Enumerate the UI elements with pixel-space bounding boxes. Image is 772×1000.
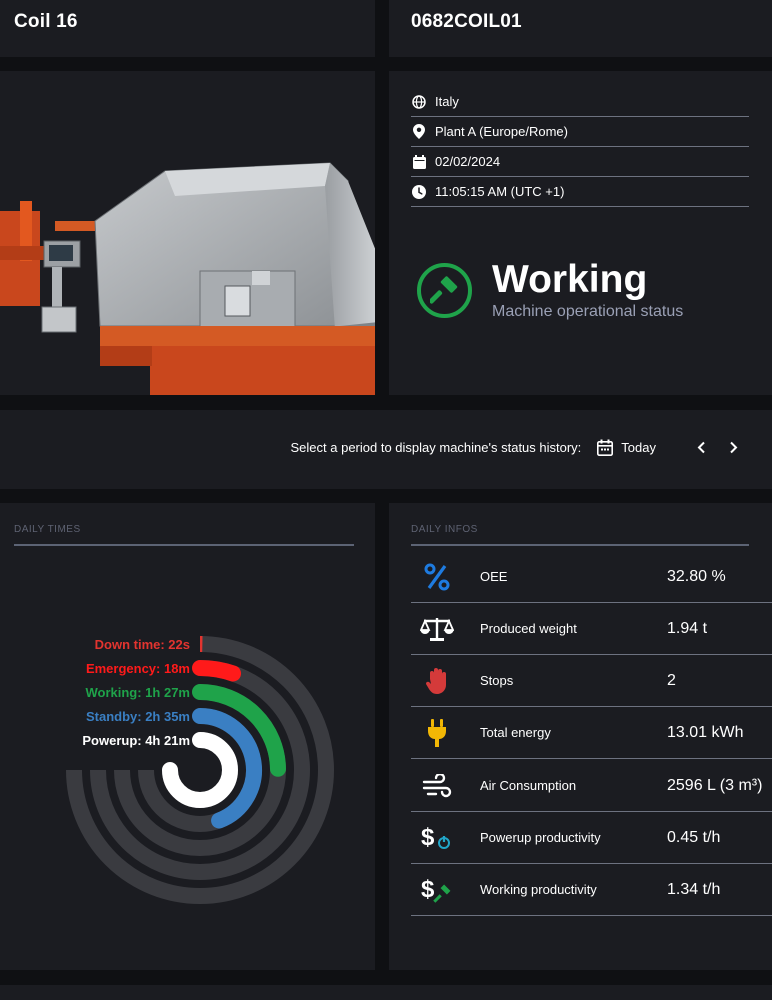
- globe-icon: [411, 94, 427, 110]
- ring-label: Working: 1h 27m: [85, 685, 190, 700]
- kpi-label: Powerup productivity: [480, 830, 601, 845]
- percent-icon: [415, 555, 459, 599]
- status-subtitle: Machine operational status: [492, 303, 684, 320]
- kpi-row-air-consumption: Air Consumption 2596 L (3 m³): [411, 760, 772, 812]
- hammer-icon: [417, 262, 472, 318]
- kpi-row-stops: Stops 2: [411, 655, 772, 707]
- svg-text:$: $: [421, 876, 435, 903]
- svg-text:$: $: [421, 824, 435, 851]
- clock-icon: [411, 184, 427, 200]
- chevron-right-icon: [729, 441, 737, 453]
- machine-code-panel: 0682COIL01: [389, 0, 772, 57]
- machine-name-panel: Coil 16: [0, 0, 375, 57]
- machine-name: Coil 16: [14, 11, 78, 32]
- kpi-label: Working productivity: [480, 882, 597, 897]
- hand-stop-icon: [415, 659, 459, 703]
- calendar-icon: [411, 154, 427, 170]
- section-divider: [411, 544, 749, 546]
- dollar-power-icon: $: [415, 816, 459, 860]
- period-value: Today: [621, 439, 656, 455]
- next-period-button[interactable]: [724, 438, 742, 456]
- kpi-value: 1.34 t/h: [667, 880, 721, 898]
- ring-label: Down time: 22s: [95, 637, 190, 652]
- period-picker-button[interactable]: Today: [597, 439, 656, 456]
- date-row: 02/02/2024: [411, 147, 749, 177]
- ring-arc: [192, 660, 242, 682]
- machine-info-panel: Italy Plant A (Europe/Rome) 02/02/2024 1…: [389, 71, 772, 395]
- kpi-value: 0.45 t/h: [667, 828, 721, 846]
- kpi-label: Total energy: [480, 725, 551, 740]
- kpi-label: Produced weight: [480, 621, 577, 636]
- kpi-label: Air Consumption: [480, 778, 577, 793]
- kpi-label: Stops: [480, 673, 514, 688]
- kpi-value: 2596 L (3 m³): [667, 776, 763, 794]
- status-title: Working: [492, 258, 648, 301]
- kpi-value: 1.94 t: [667, 619, 708, 637]
- daily-infos-title: DAILY INFOS: [411, 524, 478, 535]
- daily-times-ring-chart: Down time: 22s Emergency: 18m Working: 1h …: [66, 635, 334, 904]
- machine-image-panel: [0, 71, 375, 395]
- wind-icon: [415, 764, 459, 808]
- ring-arc: [162, 732, 238, 808]
- calendar-icon: [597, 439, 614, 456]
- kpi-row-produced-weight: Produced weight 1.94 t: [411, 603, 772, 655]
- bottom-panel: [0, 985, 772, 1000]
- kpi-value: 32.80 %: [667, 567, 726, 585]
- kpi-value: 2: [667, 671, 676, 689]
- date-text: 02/02/2024: [435, 154, 501, 169]
- time-text: 11:05:15 AM (UTC +1): [435, 184, 565, 199]
- previous-period-button[interactable]: [692, 438, 710, 456]
- kpi-row-total-energy: Total energy 13.01 kWh: [411, 707, 772, 759]
- kpi-value: 13.01 kWh: [667, 723, 744, 741]
- plant-text: Plant A (Europe/Rome): [435, 124, 568, 139]
- period-selector-panel: Select a period to display machine's sta…: [0, 410, 772, 489]
- kpi-label: OEE: [480, 569, 508, 584]
- country-text: Italy: [435, 94, 459, 109]
- plug-icon: [415, 711, 459, 755]
- period-label: Select a period to display machine's sta…: [290, 439, 582, 455]
- chevron-left-icon: [697, 441, 705, 453]
- map-marker-icon: [411, 124, 427, 140]
- status-block: Working Machine operational status: [417, 259, 683, 321]
- balance-scale-icon: [415, 607, 459, 651]
- plant-row: Plant A (Europe/Rome): [411, 117, 749, 147]
- dollar-hammer-icon: $: [415, 868, 459, 912]
- kpi-row-oee: OEE 32.80 %: [411, 551, 772, 603]
- daily-times-panel: DAILY TIMES Down time: 22s Emergency: 18m…: [0, 503, 375, 970]
- ring-label: Standby: 2h 35m: [86, 709, 190, 724]
- country-row: Italy: [411, 87, 749, 117]
- ring-label: Powerup: 4h 21m: [82, 733, 190, 748]
- time-row: 11:05:15 AM (UTC +1): [411, 177, 749, 207]
- ring-label: Emergency: 18m: [86, 661, 190, 676]
- machine-image: [0, 162, 375, 395]
- kpi-row-powerup-productivity: $ Powerup productivity 0.45 t/h: [411, 812, 772, 864]
- machine-code: 0682COIL01: [411, 11, 522, 32]
- kpi-row-working-productivity: $ Working productivity 1.34 t/h: [411, 864, 772, 916]
- ring-track: [66, 636, 334, 904]
- daily-infos-panel: DAILY INFOS OEE 32.80 % Produced weight …: [389, 503, 772, 970]
